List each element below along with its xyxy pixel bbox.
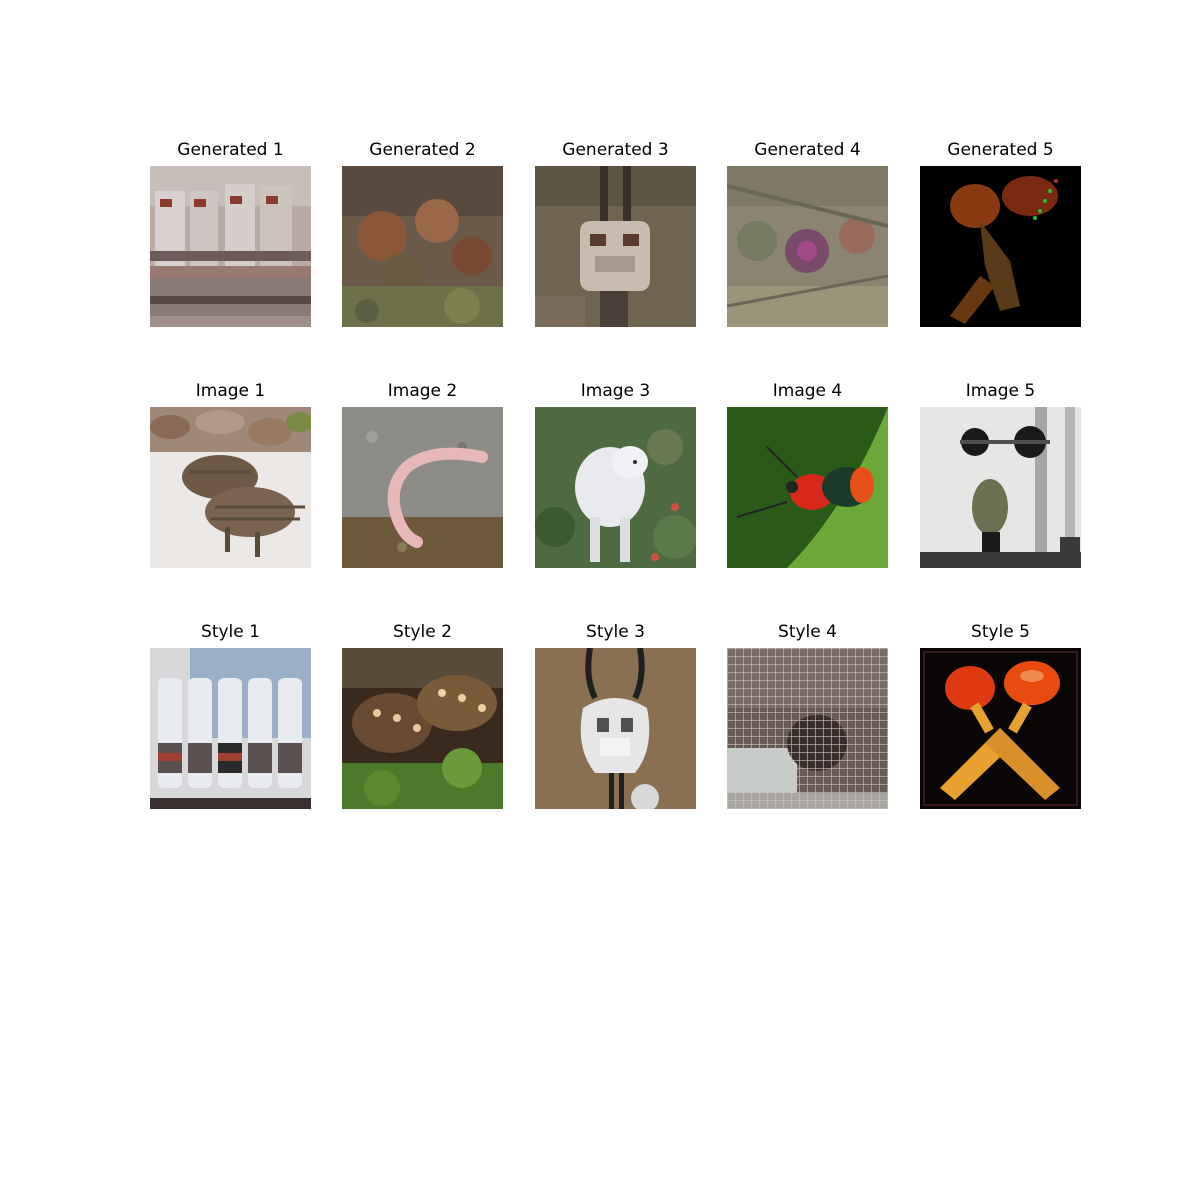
generated-image-2-picture [342, 166, 503, 327]
panel-title: Image 2 [387, 381, 458, 401]
style-image-5 [920, 648, 1081, 809]
generated-image-3-picture [535, 166, 696, 327]
generated-image-1-picture [150, 166, 311, 327]
generated-image-4 [727, 166, 888, 327]
style-image-1-picture [150, 648, 311, 809]
panel-title: Style 1 [201, 622, 260, 642]
panel-title: Image 5 [965, 381, 1036, 401]
panel-title: Style 2 [393, 622, 452, 642]
content-image-2-picture [342, 407, 503, 568]
style-image-4 [727, 648, 888, 809]
panel-title: Generated 3 [562, 140, 669, 160]
panel-title: Style 4 [778, 622, 837, 642]
content-image-1 [150, 407, 311, 568]
style-image-3 [535, 648, 696, 809]
content-image-1-picture [150, 407, 311, 568]
content-image-4-picture [727, 407, 888, 568]
panel-title: Image 1 [195, 381, 266, 401]
generated-image-2 [342, 166, 503, 327]
panel-title: Style 5 [971, 622, 1030, 642]
style-image-3-picture [535, 648, 696, 809]
content-image-2 [342, 407, 503, 568]
style-image-2 [342, 648, 503, 809]
content-image-5 [920, 407, 1081, 568]
content-image-3 [535, 407, 696, 568]
panel-title: Image 3 [580, 381, 651, 401]
style-image-5-picture [920, 648, 1081, 809]
panel-title: Generated 5 [947, 140, 1054, 160]
figure-canvas: Generated 1 Generated 2 Generated 3 Gene… [0, 0, 1200, 1200]
content-image-4 [727, 407, 888, 568]
generated-image-5-picture [920, 166, 1081, 327]
content-image-3-picture [535, 407, 696, 568]
style-image-1 [150, 648, 311, 809]
generated-image-4-picture [727, 166, 888, 327]
style-image-4-picture [727, 648, 888, 809]
generated-image-5 [920, 166, 1081, 327]
style-image-2-picture [342, 648, 503, 809]
panel-title: Image 4 [772, 381, 843, 401]
generated-image-3 [535, 166, 696, 327]
generated-image-1 [150, 166, 311, 327]
content-image-5-picture [920, 407, 1081, 568]
panel-title: Generated 1 [177, 140, 284, 160]
panel-title: Generated 4 [754, 140, 861, 160]
panel-title: Style 3 [586, 622, 645, 642]
panel-title: Generated 2 [369, 140, 476, 160]
